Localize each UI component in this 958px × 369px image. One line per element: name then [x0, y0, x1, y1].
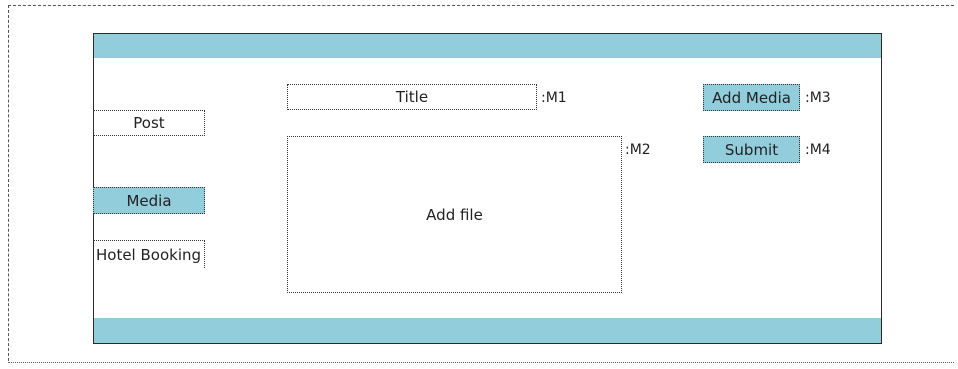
header-bar — [94, 34, 881, 58]
title-marker: :M1 — [541, 90, 567, 106]
footer-bar — [94, 318, 881, 343]
title-input[interactable]: Title — [287, 84, 537, 110]
outer-boundary-bottom — [8, 362, 954, 363]
submit-marker: :M4 — [805, 142, 831, 158]
add-media-button[interactable]: Add Media — [703, 84, 800, 111]
submit-button[interactable]: Submit — [703, 136, 800, 163]
nav-item-hotel-booking[interactable]: Hotel Booking — [93, 240, 205, 268]
add-file-dropzone[interactable]: Add file — [287, 136, 622, 293]
add-media-marker: :M3 — [805, 90, 831, 106]
nav-item-media[interactable]: Media — [93, 187, 205, 214]
nav-item-post[interactable]: Post — [93, 110, 205, 136]
file-marker: :M2 — [625, 142, 651, 158]
